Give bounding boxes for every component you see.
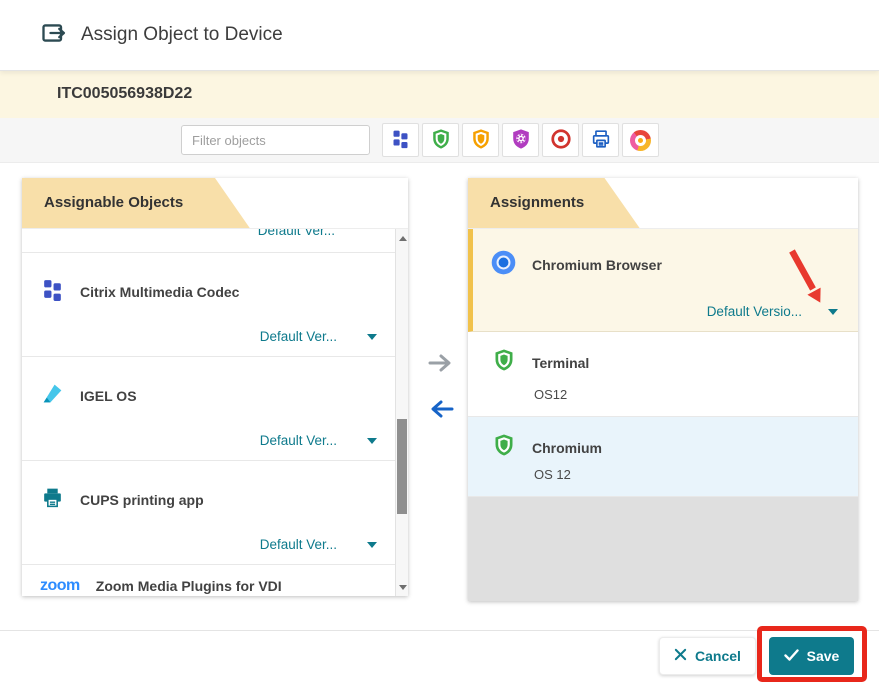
chevron-down-icon	[367, 334, 377, 340]
scrollbar-thumb[interactable]	[397, 419, 407, 514]
filter-apps-button[interactable]	[382, 123, 419, 157]
object-name: Terminal	[532, 355, 589, 371]
dialog-header: Assign Object to Device	[0, 0, 879, 70]
igel-os-icon	[40, 381, 65, 411]
assignable-panel-title: Assignable Objects	[44, 178, 183, 228]
x-icon	[674, 648, 687, 664]
object-item-cups[interactable]: CUPS printing app Default Ver...	[22, 461, 395, 565]
assignment-item-chromium-browser[interactable]: Chromium Browser Default Versio...	[468, 229, 858, 332]
green-shield-icon	[430, 128, 452, 153]
filter-orange-shield-button[interactable]	[462, 123, 499, 157]
assign-right-button[interactable]	[426, 352, 456, 376]
assignable-panel-header: Assignable Objects	[22, 178, 408, 228]
triangle-down-icon	[399, 585, 407, 590]
os-version-label: OS 12	[534, 467, 571, 482]
green-shield-icon	[492, 433, 516, 462]
apps-icon	[390, 128, 411, 152]
version-dropdown[interactable]: Default Ver...	[260, 329, 377, 344]
chevron-down-icon	[828, 309, 838, 315]
check-icon	[784, 648, 799, 664]
assignable-objects-list: Default Ver... Citrix Multimedia Codec	[22, 228, 408, 596]
object-name: IGEL OS	[80, 388, 137, 404]
assignment-item-chromium[interactable]: Chromium OS 12	[468, 417, 858, 497]
unassign-left-button[interactable]	[426, 398, 456, 422]
version-label: Default Versio...	[707, 304, 802, 319]
assignment-item-terminal[interactable]: Terminal OS12	[468, 332, 858, 417]
cancel-button[interactable]: Cancel	[659, 637, 756, 675]
filter-printer-button[interactable]	[582, 123, 619, 157]
object-name: CUPS printing app	[80, 492, 204, 508]
chromium-browser-icon	[490, 249, 517, 281]
object-name: Zoom Media Plugins for VDI	[96, 578, 282, 594]
version-dropdown[interactable]: Default Ver...	[260, 433, 377, 448]
zoom-logo: zoom	[40, 577, 80, 595]
dialog-footer: Cancel Save	[0, 630, 879, 690]
scroll-down-button[interactable]	[396, 580, 409, 594]
cups-printer-icon	[40, 485, 65, 515]
object-item-igel-os[interactable]: IGEL OS Default Ver...	[22, 357, 395, 461]
os-version-label: OS12	[534, 387, 567, 402]
object-item-citrix-codec[interactable]: Citrix Multimedia Codec Default Ver...	[22, 253, 395, 357]
assign-device-icon	[40, 19, 68, 52]
triangle-up-icon	[399, 236, 407, 241]
assignments-panel-header: Assignments	[468, 178, 858, 228]
citrix-codec-icon	[40, 277, 65, 307]
save-label: Save	[807, 648, 840, 664]
object-name: Citrix Multimedia Codec	[80, 284, 239, 300]
chevron-down-icon	[367, 438, 377, 444]
purple-gear-shield-icon	[510, 128, 532, 153]
filter-purple-profile-button[interactable]	[502, 123, 539, 157]
device-bar: ITC005056938D22	[0, 70, 879, 118]
arrow-right-icon	[427, 361, 455, 376]
assignments-empty-area	[468, 497, 858, 601]
dialog-title: Assign Object to Device	[81, 24, 283, 46]
red-ring-icon	[550, 128, 572, 153]
blue-printer-icon	[590, 128, 612, 153]
version-label: Default Ver...	[260, 433, 337, 448]
save-button[interactable]: Save	[769, 637, 854, 675]
version-label: Default Ver...	[260, 329, 337, 344]
assignable-objects-panel: Assignable Objects Default Ver...	[22, 178, 408, 596]
multicolor-circle-icon	[630, 130, 651, 151]
device-id: ITC005056938D22	[57, 85, 192, 103]
version-label: Default Ver...	[260, 537, 337, 552]
filter-type-buttons	[382, 123, 659, 157]
assignments-panel: Assignments Chromium Browser Default Ver…	[468, 178, 858, 601]
object-item-zoom[interactable]: zoom Zoom Media Plugins for VDI	[22, 565, 395, 596]
filter-objects-input[interactable]	[181, 125, 370, 155]
green-shield-icon	[492, 348, 516, 377]
version-dropdown[interactable]: Default Versio...	[707, 304, 838, 319]
object-name: Chromium Browser	[532, 257, 662, 273]
chevron-down-icon	[367, 542, 377, 548]
cancel-label: Cancel	[695, 648, 741, 664]
scroll-up-button[interactable]	[396, 231, 409, 245]
object-name: Chromium	[532, 440, 602, 456]
clipped-object-item[interactable]: Default Ver...	[22, 229, 395, 253]
filter-red-badge-button[interactable]	[542, 123, 579, 157]
filter-browser-button[interactable]	[622, 123, 659, 157]
object-filter-toolbar	[0, 118, 879, 163]
version-label: Default Ver...	[258, 229, 335, 238]
filter-green-shield-button[interactable]	[422, 123, 459, 157]
arrow-left-icon	[427, 407, 455, 422]
orange-shield-icon	[470, 128, 492, 153]
assignments-list: Chromium Browser Default Versio... Termi…	[468, 228, 858, 601]
scrollbar[interactable]	[395, 229, 408, 596]
version-dropdown[interactable]: Default Ver...	[260, 537, 377, 552]
assignable-list-viewport: Default Ver... Citrix Multimedia Codec	[22, 229, 395, 596]
assignments-panel-title: Assignments	[490, 178, 584, 228]
